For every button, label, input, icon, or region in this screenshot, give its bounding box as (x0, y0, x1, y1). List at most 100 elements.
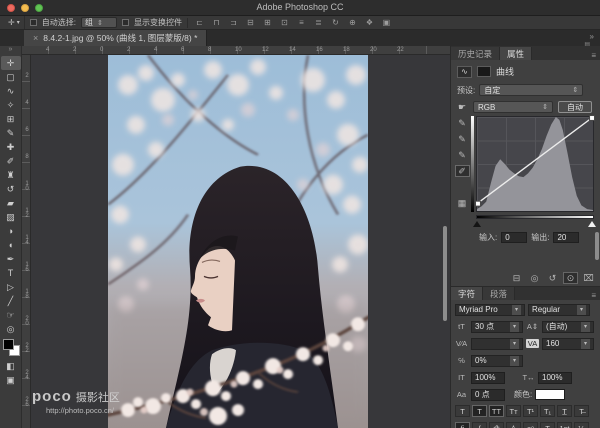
close-icon[interactable]: × (33, 33, 38, 43)
standard-ligatures-button[interactable]: fi (455, 422, 470, 428)
gradient-tool[interactable]: ▨ (1, 210, 21, 224)
panel-scrollbar[interactable] (595, 232, 599, 260)
distribute-vertical-icon[interactable]: ≡ (295, 17, 308, 28)
discretionary-ligatures-button[interactable]: ﬆ (489, 422, 504, 428)
screen-mode-button[interactable]: ▣ (1, 374, 21, 386)
auto-select-checkbox[interactable] (30, 19, 37, 26)
font-family-dropdown[interactable]: Myriad Pro ▾ (455, 304, 525, 316)
auto-button[interactable]: 自动 (558, 101, 592, 113)
panel-menu-icon[interactable]: ≡ (591, 51, 596, 60)
panel-menu-icon[interactable]: ≡ (591, 291, 596, 300)
layer-mask-icon[interactable] (477, 66, 491, 77)
shape-tool[interactable]: ╱ (1, 294, 21, 308)
swash-button[interactable]: ᴬ (506, 422, 521, 428)
proportional-spacing-field[interactable]: 0% ▾ (471, 355, 523, 367)
delete-adjustment-icon[interactable]: ⌧ (581, 272, 596, 284)
dodge-tool[interactable]: ◖ (1, 238, 21, 252)
toggle-visibility-icon[interactable]: ⊙ (563, 272, 578, 284)
clip-histogram-icon[interactable]: ▦ (455, 197, 470, 209)
align-left-edges-icon[interactable]: ⊏ (193, 17, 206, 28)
crop-tool[interactable]: ⊞ (1, 112, 21, 126)
targeted-adjustment-icon[interactable]: ☛ (455, 101, 470, 113)
align-top-edges-icon[interactable]: ⊟ (244, 17, 257, 28)
current-tool-preview[interactable]: ✛ ▾ (4, 16, 25, 29)
black-point-slider[interactable] (473, 221, 481, 227)
3d-pan-icon[interactable]: ❖ (363, 17, 376, 28)
align-bottom-edges-icon[interactable]: ⊡ (278, 17, 291, 28)
collapse-panels-icon[interactable]: » (590, 32, 594, 41)
tab-history[interactable]: 历史记录 (451, 47, 500, 60)
history-brush-tool[interactable]: ↺ (1, 182, 21, 196)
white-point-eyedropper-icon[interactable]: ✎ (455, 149, 470, 161)
titling-alternates-button[interactable]: T (540, 422, 555, 428)
zoom-tool[interactable]: ◎ (1, 322, 21, 336)
spot-healing-brush-tool[interactable]: ✚ (1, 140, 21, 154)
font-size-field[interactable]: 30 点 ▾ (471, 321, 523, 333)
faux-italic-button[interactable]: T (472, 405, 487, 417)
tools-panel: » ✛▢∿✧⊞✎✚✐♜↺▰▨◑◖✒T▷╱☞◎ ◧ ▣ (0, 46, 22, 428)
white-point-slider[interactable] (588, 221, 596, 227)
draw-curve-icon[interactable]: ✐ (455, 165, 470, 177)
auto-select-dropdown[interactable]: 组 ⇕ (81, 17, 117, 28)
quick-mask-button[interactable]: ◧ (1, 360, 21, 372)
document-tab-bar: × 8.4.2-1.jpg @ 50% (曲线 1, 图层蒙版/8) * » ▤ (0, 30, 600, 46)
baseline-shift-field[interactable]: 0 点 (471, 389, 505, 401)
blur-tool[interactable]: ◑ (1, 224, 21, 238)
document-tab[interactable]: × 8.4.2-1.jpg @ 50% (曲线 1, 图层蒙版/8) * (24, 30, 207, 46)
tracking-field[interactable]: 160 ▾ (542, 338, 594, 350)
horizontal-scale-field[interactable]: 100% (538, 372, 572, 384)
vertical-scale-field[interactable]: 100% (471, 372, 505, 384)
clip-adjustment-icon[interactable]: ⊟ (509, 272, 524, 284)
align-horizontal-centers-icon[interactable]: ⊓ (210, 17, 223, 28)
contextual-alternates-button[interactable]: ʃ (472, 422, 487, 428)
channel-dropdown[interactable]: RGB ⇕ (473, 101, 553, 113)
leading-field[interactable]: (自动) ▾ (542, 321, 594, 333)
foreground-color-swatch[interactable] (3, 339, 14, 350)
stylistic-alternates-button[interactable]: aᵒ (523, 422, 538, 428)
input-value-field[interactable]: 0 (501, 232, 527, 243)
hand-tool[interactable]: ☞ (1, 308, 21, 322)
type-tool[interactable]: T (1, 266, 21, 280)
eraser-tool[interactable]: ▰ (1, 196, 21, 210)
rectangular-marquee-tool[interactable]: ▢ (1, 70, 21, 84)
reset-adjustment-icon[interactable]: ↺ (545, 272, 560, 284)
clone-stamp-tool[interactable]: ♜ (1, 168, 21, 182)
view-previous-state-icon[interactable]: ◎ (527, 272, 542, 284)
3d-rotate-icon[interactable]: ↻ (329, 17, 342, 28)
pen-tool[interactable]: ✒ (1, 252, 21, 266)
move-tool[interactable]: ✛ (1, 56, 21, 70)
show-transform-checkbox[interactable] (122, 19, 129, 26)
path-selection-tool[interactable]: ▷ (1, 280, 21, 294)
tab-properties[interactable]: 属性 (500, 47, 532, 60)
curve-grid[interactable] (476, 116, 594, 212)
underline-button[interactable]: T̲ (557, 405, 572, 417)
strikethrough-button[interactable]: T̶ (574, 405, 589, 417)
superscript-button[interactable]: T¹ (523, 405, 538, 417)
gray-point-eyedropper-icon[interactable]: ✎ (455, 133, 470, 145)
font-style-dropdown[interactable]: Regular ▾ (528, 304, 590, 316)
black-point-eyedropper-icon[interactable]: ✎ (455, 117, 470, 129)
tab-character[interactable]: 字符 (451, 287, 483, 300)
tab-paragraph[interactable]: 段落 (483, 287, 515, 300)
all-caps-button[interactable]: TT (489, 405, 504, 417)
distribute-horizontal-icon[interactable]: ≣ (312, 17, 325, 28)
align-right-edges-icon[interactable]: ⊐ (227, 17, 240, 28)
text-color-swatch[interactable] (535, 389, 565, 400)
quick-selection-tool[interactable]: ✧ (1, 98, 21, 112)
3d-roll-icon[interactable]: ⊕ (346, 17, 359, 28)
collapse-tools-icon[interactable]: » (0, 46, 21, 56)
brush-tool[interactable]: ✐ (1, 154, 21, 168)
small-caps-button[interactable]: Tᴛ (506, 405, 521, 417)
ordinals-button[interactable]: 1st (557, 422, 572, 428)
fractions-button[interactable]: ½ (574, 422, 589, 428)
kerning-field[interactable]: ▾ (471, 338, 523, 350)
canvas-vertical-scrollbar[interactable] (443, 226, 447, 321)
faux-bold-button[interactable]: T (455, 405, 470, 417)
lasso-tool[interactable]: ∿ (1, 84, 21, 98)
3d-scale-icon[interactable]: ▣ (380, 17, 393, 28)
preset-dropdown[interactable]: 自定 ⇕ (479, 84, 583, 96)
subscript-button[interactable]: T₁ (540, 405, 555, 417)
output-value-field[interactable]: 20 (553, 232, 579, 243)
eyedropper-tool[interactable]: ✎ (1, 126, 21, 140)
align-vertical-centers-icon[interactable]: ⊞ (261, 17, 274, 28)
